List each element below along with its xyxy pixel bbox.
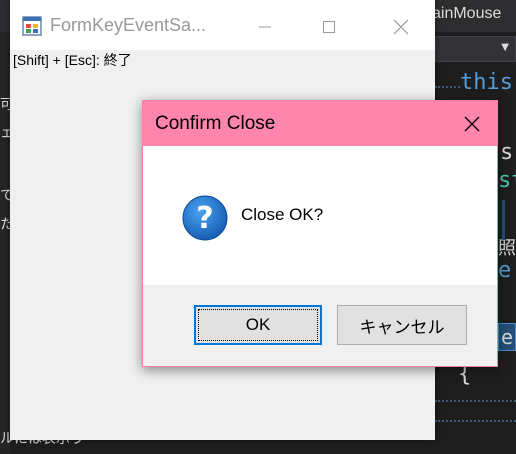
ide-indent-guide	[435, 420, 516, 422]
ide-highlight-token: e	[498, 323, 516, 351]
ide-left-char: で	[0, 188, 10, 204]
confirm-close-dialog: Confirm Close ? Close OK? OK キャンセル	[142, 100, 498, 367]
ide-left-char: 可	[0, 97, 10, 113]
close-icon	[464, 116, 480, 131]
chevron-down-icon: ▼	[501, 42, 509, 53]
ide-member-dropdown[interactable]: ▼	[435, 36, 516, 62]
minimize-icon	[259, 26, 271, 28]
ide-indent-guide	[435, 86, 460, 88]
ide-highlight-char: e	[501, 325, 514, 349]
dialog-titlebar[interactable]: Confirm Close	[143, 101, 497, 146]
ok-button-label: OK	[245, 315, 271, 334]
cancel-button-label: キャンセル	[359, 317, 445, 337]
ide-code-s: s	[500, 140, 514, 165]
minimize-button[interactable]	[242, 10, 288, 44]
ide-code-this: this	[460, 70, 513, 95]
close-button[interactable]	[378, 10, 424, 44]
form-title: FormKeyEventSa...	[50, 15, 207, 35]
cancel-button[interactable]: キャンセル	[337, 305, 467, 345]
ide-scroll-marker	[502, 200, 505, 240]
dialog-title: Confirm Close	[155, 113, 276, 134]
shortcut-hint-label: [Shift] + [Esc]: 終了	[13, 52, 132, 68]
dialog-close-button[interactable]	[447, 101, 497, 146]
app-icon	[22, 16, 42, 36]
ide-left-char: ェ	[0, 125, 10, 141]
form-titlebar[interactable]: FormKeyEventSa...	[10, 0, 435, 50]
ide-code-e: e	[498, 258, 512, 283]
ide-tab-label[interactable]: ainMouse	[432, 5, 501, 23]
ide-left-char: た	[0, 217, 10, 233]
ide-left-panel: 可 ェ で た	[0, 32, 10, 454]
ide-code-st: st	[498, 168, 516, 193]
dialog-message: Close OK?	[241, 205, 324, 224]
dialog-button-bar: OK キャンセル	[143, 285, 497, 366]
question-icon: ?	[182, 195, 228, 241]
svg-text:?: ?	[196, 201, 213, 236]
close-icon	[393, 19, 409, 35]
maximize-button[interactable]	[306, 10, 352, 44]
ok-button[interactable]: OK	[194, 305, 322, 345]
ide-indent-guide	[435, 400, 516, 402]
ide-code-kanji: 照	[498, 238, 516, 259]
maximize-icon	[323, 21, 335, 33]
